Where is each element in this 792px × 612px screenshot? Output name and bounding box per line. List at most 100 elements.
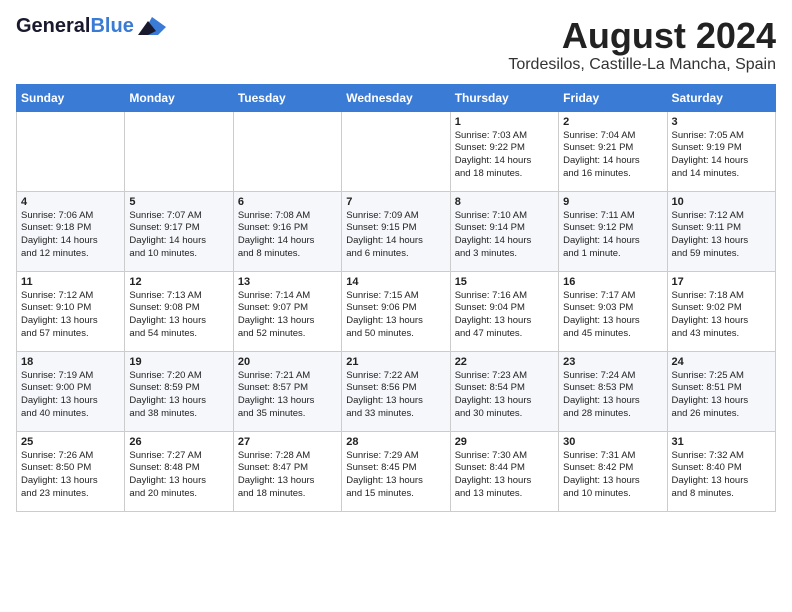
day-info: Sunset: 9:16 PM xyxy=(238,222,337,235)
day-info: Daylight: 13 hours xyxy=(129,315,228,328)
day-info: Sunrise: 7:04 AM xyxy=(563,130,662,143)
day-number: 28 xyxy=(346,436,445,448)
calendar-cell: 10Sunrise: 7:12 AMSunset: 9:11 PMDayligh… xyxy=(667,191,775,271)
day-info: and 8 minutes. xyxy=(238,248,337,261)
day-info: Daylight: 13 hours xyxy=(21,315,120,328)
week-row-3: 11Sunrise: 7:12 AMSunset: 9:10 PMDayligh… xyxy=(17,271,776,351)
calendar-cell: 17Sunrise: 7:18 AMSunset: 9:02 PMDayligh… xyxy=(667,271,775,351)
day-info: Daylight: 14 hours xyxy=(21,235,120,248)
day-info: Sunrise: 7:28 AM xyxy=(238,450,337,463)
day-info: Sunset: 8:48 PM xyxy=(129,462,228,475)
day-info: and 47 minutes. xyxy=(455,328,554,341)
header-tuesday: Tuesday xyxy=(233,84,341,111)
day-info: and 16 minutes. xyxy=(563,168,662,181)
day-info: Sunset: 9:18 PM xyxy=(21,222,120,235)
calendar-cell: 11Sunrise: 7:12 AMSunset: 9:10 PMDayligh… xyxy=(17,271,125,351)
calendar-cell: 12Sunrise: 7:13 AMSunset: 9:08 PMDayligh… xyxy=(125,271,233,351)
day-info: Sunrise: 7:23 AM xyxy=(455,370,554,383)
day-info: Daylight: 13 hours xyxy=(238,395,337,408)
day-info: Sunrise: 7:29 AM xyxy=(346,450,445,463)
calendar-cell: 7Sunrise: 7:09 AMSunset: 9:15 PMDaylight… xyxy=(342,191,450,271)
calendar-cell: 21Sunrise: 7:22 AMSunset: 8:56 PMDayligh… xyxy=(342,351,450,431)
day-number: 15 xyxy=(455,276,554,288)
day-info: Daylight: 13 hours xyxy=(455,315,554,328)
day-info: and 8 minutes. xyxy=(672,488,771,501)
day-info: and 1 minute. xyxy=(563,248,662,261)
header-thursday: Thursday xyxy=(450,84,558,111)
day-info: and 52 minutes. xyxy=(238,328,337,341)
day-info: Daylight: 13 hours xyxy=(346,395,445,408)
calendar-cell xyxy=(17,111,125,191)
day-info: Sunset: 9:00 PM xyxy=(21,382,120,395)
day-info: Sunrise: 7:10 AM xyxy=(455,210,554,223)
day-number: 7 xyxy=(346,196,445,208)
header-sunday: Sunday xyxy=(17,84,125,111)
day-number: 27 xyxy=(238,436,337,448)
day-info: and 14 minutes. xyxy=(672,168,771,181)
day-info: Daylight: 13 hours xyxy=(563,395,662,408)
day-info: Daylight: 14 hours xyxy=(455,235,554,248)
day-info: Daylight: 13 hours xyxy=(563,315,662,328)
day-number: 2 xyxy=(563,116,662,128)
calendar-cell: 25Sunrise: 7:26 AMSunset: 8:50 PMDayligh… xyxy=(17,431,125,511)
day-info: and 3 minutes. xyxy=(455,248,554,261)
day-info: Sunset: 8:50 PM xyxy=(21,462,120,475)
day-info: Daylight: 13 hours xyxy=(672,235,771,248)
title-area: August 2024 Tordesilos, Castille-La Manc… xyxy=(508,16,776,74)
day-info: Daylight: 14 hours xyxy=(129,235,228,248)
calendar-cell xyxy=(342,111,450,191)
day-info: Sunset: 8:44 PM xyxy=(455,462,554,475)
day-info: Sunrise: 7:11 AM xyxy=(563,210,662,223)
calendar-cell: 30Sunrise: 7:31 AMSunset: 8:42 PMDayligh… xyxy=(559,431,667,511)
day-info: and 40 minutes. xyxy=(21,408,120,421)
day-info: Daylight: 14 hours xyxy=(455,155,554,168)
day-info: and 13 minutes. xyxy=(455,488,554,501)
day-info: Sunrise: 7:12 AM xyxy=(672,210,771,223)
header-wednesday: Wednesday xyxy=(342,84,450,111)
day-info: and 35 minutes. xyxy=(238,408,337,421)
day-info: and 12 minutes. xyxy=(21,248,120,261)
day-info: Sunset: 8:51 PM xyxy=(672,382,771,395)
day-number: 16 xyxy=(563,276,662,288)
day-number: 26 xyxy=(129,436,228,448)
day-info: Sunrise: 7:22 AM xyxy=(346,370,445,383)
day-number: 25 xyxy=(21,436,120,448)
location-title: Tordesilos, Castille-La Mancha, Spain xyxy=(508,56,776,74)
calendar-cell: 8Sunrise: 7:10 AMSunset: 9:14 PMDaylight… xyxy=(450,191,558,271)
header: GeneralBlue August 2024 Tordesilos, Cast… xyxy=(16,16,776,74)
day-info: Daylight: 13 hours xyxy=(238,475,337,488)
day-info: and 43 minutes. xyxy=(672,328,771,341)
day-number: 9 xyxy=(563,196,662,208)
day-number: 31 xyxy=(672,436,771,448)
day-info: Sunrise: 7:21 AM xyxy=(238,370,337,383)
day-info: Sunrise: 7:19 AM xyxy=(21,370,120,383)
day-number: 13 xyxy=(238,276,337,288)
day-info: Sunset: 8:53 PM xyxy=(563,382,662,395)
logo-icon xyxy=(138,17,166,35)
day-info: and 23 minutes. xyxy=(21,488,120,501)
day-info: Sunrise: 7:18 AM xyxy=(672,290,771,303)
day-number: 1 xyxy=(455,116,554,128)
day-info: Daylight: 14 hours xyxy=(563,155,662,168)
day-info: Sunset: 8:45 PM xyxy=(346,462,445,475)
day-info: Sunset: 9:10 PM xyxy=(21,302,120,315)
day-info: Sunset: 9:04 PM xyxy=(455,302,554,315)
day-info: Sunrise: 7:24 AM xyxy=(563,370,662,383)
header-saturday: Saturday xyxy=(667,84,775,111)
day-info: Sunrise: 7:20 AM xyxy=(129,370,228,383)
day-info: Daylight: 13 hours xyxy=(129,475,228,488)
calendar-cell: 2Sunrise: 7:04 AMSunset: 9:21 PMDaylight… xyxy=(559,111,667,191)
day-info: Sunset: 8:56 PM xyxy=(346,382,445,395)
day-info: Daylight: 13 hours xyxy=(672,475,771,488)
calendar-cell: 20Sunrise: 7:21 AMSunset: 8:57 PMDayligh… xyxy=(233,351,341,431)
calendar-cell xyxy=(125,111,233,191)
day-info: Sunset: 9:12 PM xyxy=(563,222,662,235)
day-number: 17 xyxy=(672,276,771,288)
day-info: and 28 minutes. xyxy=(563,408,662,421)
day-info: and 54 minutes. xyxy=(129,328,228,341)
day-info: Sunrise: 7:03 AM xyxy=(455,130,554,143)
logo: GeneralBlue xyxy=(16,16,166,36)
day-info: and 18 minutes. xyxy=(238,488,337,501)
day-info: and 45 minutes. xyxy=(563,328,662,341)
day-info: Sunset: 8:57 PM xyxy=(238,382,337,395)
